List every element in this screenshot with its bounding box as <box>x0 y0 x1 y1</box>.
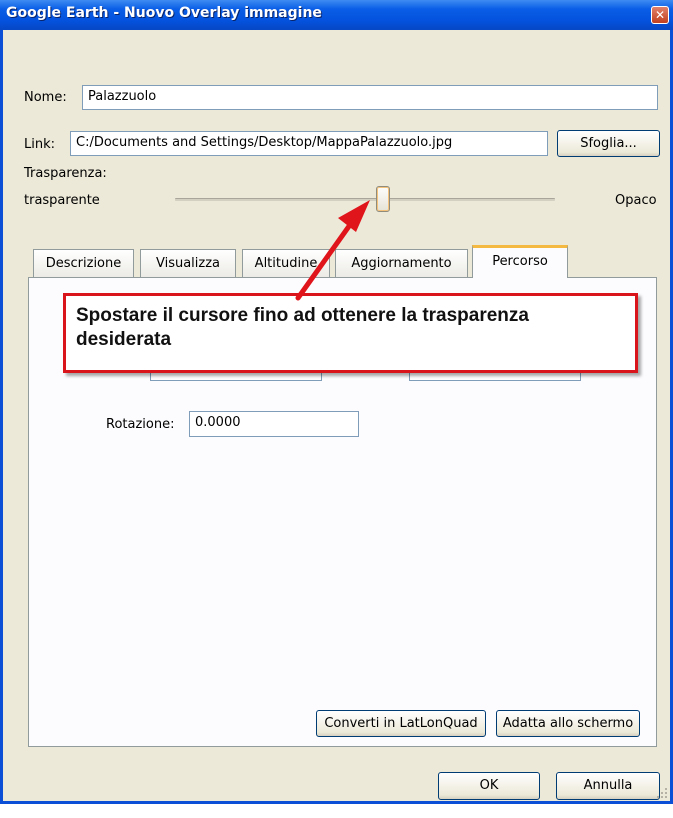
window-title: Google Earth - Nuovo Overlay immagine <box>6 5 322 21</box>
instruction-callout: Spostare il cursore fino ad ottenere la … <box>63 293 638 373</box>
link-field[interactable]: C:/Documents and Settings/Desktop/MappaP… <box>70 131 548 156</box>
close-icon: ✕ <box>654 8 666 22</box>
tab-percorso[interactable]: Percorso <box>472 245 568 278</box>
slider-min-label: trasparente <box>24 193 100 208</box>
title-bar[interactable]: Google Earth - Nuovo Overlay immagine ✕ <box>0 0 673 30</box>
slider-max-label: Opaco <box>615 193 657 208</box>
tab-altitudine[interactable]: Altitudine <box>242 249 330 277</box>
link-label: Link: <box>24 137 56 152</box>
fit-to-screen-button[interactable]: Adatta allo schermo <box>496 710 640 737</box>
tab-aggiornamento[interactable]: Aggiornamento <box>335 249 468 277</box>
tab-descrizione[interactable]: Descrizione <box>33 249 134 277</box>
transparency-slider-track[interactable] <box>175 198 555 201</box>
browse-button[interactable]: Sfoglia... <box>557 130 660 157</box>
transparency-label: Trasparenza: <box>24 166 107 181</box>
rotation-label: Rotazione: <box>106 417 175 432</box>
ok-button[interactable]: OK <box>438 772 540 800</box>
cancel-button[interactable]: Annulla <box>556 772 660 800</box>
transparency-slider-thumb[interactable] <box>376 186 390 212</box>
tab-visualizza[interactable]: Visualizza <box>140 249 236 277</box>
name-field[interactable]: Palazzuolo <box>82 85 658 110</box>
name-label: Nome: <box>24 90 67 105</box>
close-button[interactable]: ✕ <box>651 6 669 24</box>
dialog-window: Google Earth - Nuovo Overlay immagine ✕ … <box>0 0 673 804</box>
rotation-field[interactable]: 0.0000 <box>189 411 359 437</box>
convert-latlonquad-button[interactable]: Converti in LatLonQuad <box>316 710 486 737</box>
resize-grip-icon[interactable] <box>656 787 668 799</box>
